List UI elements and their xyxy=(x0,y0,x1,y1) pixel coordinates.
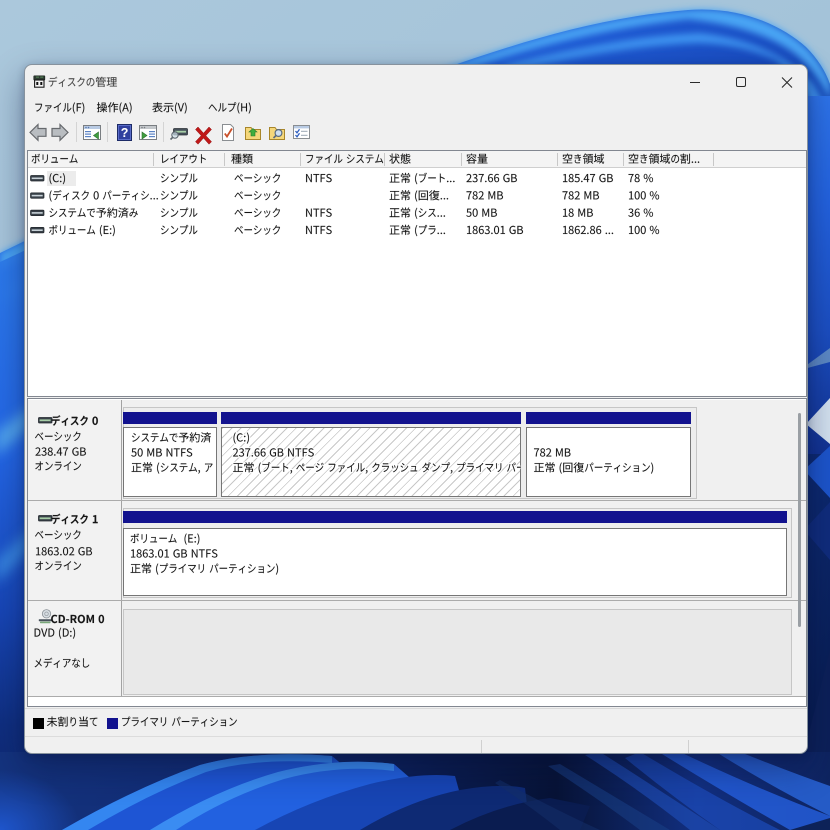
svg-text:?: ? xyxy=(121,126,129,140)
